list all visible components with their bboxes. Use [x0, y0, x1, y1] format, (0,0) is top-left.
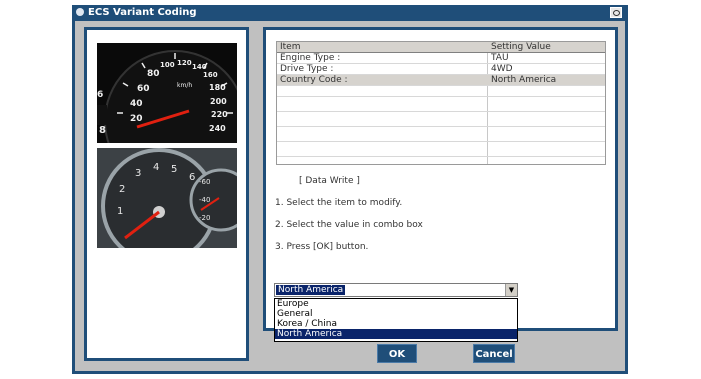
dialog-client-area: 80 100 120 140 160 180 200 220 240 60 40…: [75, 21, 625, 371]
tach-label-3: 3: [135, 168, 141, 179]
speed-label-120: 120: [177, 59, 192, 67]
row-item-engine-type: Engine Type :: [280, 53, 341, 63]
option-north-america[interactable]: North America: [275, 329, 517, 339]
table-row-empty: [277, 131, 605, 142]
table-row-selected[interactable]: Country Code : North America: [277, 75, 605, 86]
svg-text:6: 6: [97, 90, 103, 100]
tach-label-5: 5: [171, 164, 177, 175]
table-row-empty: [277, 116, 605, 127]
option-general[interactable]: General: [275, 309, 517, 319]
table-header: Item Setting Value: [277, 42, 605, 53]
tach-label-6: 6: [189, 172, 195, 183]
temp-label-40: -40: [199, 196, 210, 204]
instruction-step-1: 1. Select the item to modify.: [275, 198, 403, 208]
row-item-country-code: Country Code :: [280, 75, 348, 85]
tach-label-1: 1: [117, 206, 123, 217]
chevron-down-icon[interactable]: ▼: [505, 284, 517, 296]
combo-selected-value: North America: [276, 285, 346, 295]
speed-label-40: 40: [130, 99, 143, 109]
window-title: ECS Variant Coding: [88, 7, 197, 18]
speed-label-140: 140: [192, 63, 207, 71]
instruction-step-2: 2. Select the value in combo box: [275, 220, 423, 230]
option-korea-china[interactable]: Korea / China: [275, 319, 517, 329]
tach-label-4: 4: [153, 162, 159, 173]
svg-text:8: 8: [99, 125, 106, 136]
column-header-setting-value: Setting Value: [491, 42, 551, 52]
speed-label-60: 60: [137, 84, 150, 94]
row-item-drive-type: Drive Type :: [280, 64, 334, 74]
combo-dropdown-list: Europe General Korea / China North Ameri…: [274, 298, 518, 342]
speedometer-image: 80 100 120 140 160 180 200 220 240 60 40…: [97, 43, 237, 143]
speed-label-240: 240: [209, 124, 226, 133]
speed-label-180: 180: [209, 83, 226, 92]
column-header-item: Item: [280, 42, 301, 52]
speed-label-220: 220: [211, 110, 228, 119]
table-row[interactable]: Drive Type : 4WD: [277, 64, 605, 75]
row-value-engine-type: TAU: [491, 53, 509, 63]
speed-label-200: 200: [210, 97, 227, 106]
ok-button[interactable]: OK: [377, 344, 417, 363]
speed-label-160: 160: [203, 71, 218, 79]
speed-label-100: 100: [160, 61, 175, 69]
value-combo-box[interactable]: North America ▼: [274, 283, 518, 297]
table-row-empty: [277, 86, 605, 97]
cancel-button[interactable]: Cancel: [473, 344, 515, 363]
row-value-country-code: North America: [491, 75, 557, 85]
settings-panel: Item Setting Value Engine Type : TAU Dri…: [263, 27, 618, 342]
close-icon[interactable]: [610, 7, 622, 18]
temp-label-60: -60: [199, 178, 210, 186]
speed-unit-label: km/h: [177, 82, 192, 89]
tachometer-image: 2 3 4 5 6 1 -60 -40 -20: [97, 148, 237, 248]
row-value-drive-type: 4WD: [491, 64, 513, 74]
tach-label-2: 2: [119, 184, 125, 195]
app-icon: [76, 8, 84, 16]
title-bar: ECS Variant Coding: [72, 5, 628, 21]
instruction-step-3: 3. Press [OK] button.: [275, 242, 369, 252]
dialog-window: ECS Variant Coding 80 100 120 140 160 18…: [72, 5, 628, 374]
table-row[interactable]: Engine Type : TAU: [277, 53, 605, 64]
speed-label-80: 80: [147, 69, 160, 79]
speed-label-20: 20: [130, 114, 143, 124]
temp-label-20: -20: [199, 214, 210, 222]
instructions-title: [ Data Write ]: [299, 176, 360, 186]
settings-table: Item Setting Value Engine Type : TAU Dri…: [276, 41, 606, 165]
table-row-empty: [277, 146, 605, 157]
image-panel: 80 100 120 140 160 180 200 220 240 60 40…: [84, 27, 249, 361]
option-europe[interactable]: Europe: [275, 299, 517, 309]
table-row-empty: [277, 101, 605, 112]
